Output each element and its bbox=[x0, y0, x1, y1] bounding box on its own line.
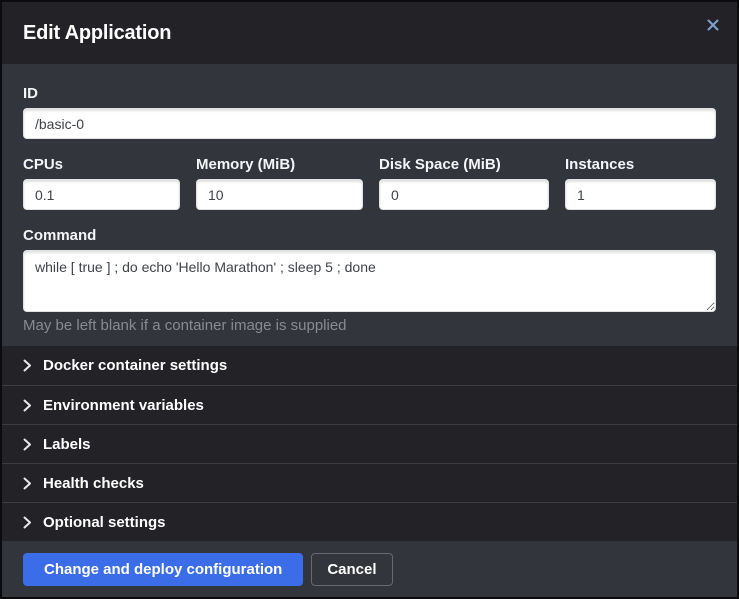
section-health-checks[interactable]: Health checks bbox=[2, 463, 737, 502]
section-label: Health checks bbox=[43, 475, 144, 492]
chevron-right-icon bbox=[23, 360, 32, 372]
section-labels[interactable]: Labels bbox=[2, 424, 737, 463]
section-label: Environment variables bbox=[43, 397, 204, 414]
cpus-label: CPUs bbox=[23, 156, 180, 173]
chevron-right-icon bbox=[23, 438, 32, 450]
section-environment-variables[interactable]: Environment variables bbox=[2, 385, 737, 424]
close-x-glyph bbox=[707, 19, 719, 31]
cpus-field-group: CPUs bbox=[23, 156, 180, 210]
modal-title: Edit Application bbox=[23, 22, 171, 45]
instances-label: Instances bbox=[565, 156, 716, 173]
memory-input[interactable] bbox=[196, 179, 363, 210]
cancel-button[interactable]: Cancel bbox=[311, 553, 392, 586]
memory-label: Memory (MiB) bbox=[196, 156, 363, 173]
disk-label: Disk Space (MiB) bbox=[379, 156, 549, 173]
chevron-right-icon bbox=[23, 399, 32, 411]
modal-header: Edit Application bbox=[2, 2, 737, 64]
modal-footer: Change and deploy configuration Cancel bbox=[2, 541, 737, 597]
section-label: Labels bbox=[43, 436, 91, 453]
change-and-deploy-button[interactable]: Change and deploy configuration bbox=[23, 553, 303, 586]
memory-field-group: Memory (MiB) bbox=[196, 156, 363, 210]
chevron-right-icon bbox=[23, 477, 32, 489]
close-icon[interactable] bbox=[703, 15, 723, 35]
section-label: Docker container settings bbox=[43, 357, 227, 374]
edit-application-modal: Edit Application ID CPUs Memory (MiB) Di… bbox=[0, 0, 739, 599]
id-label: ID bbox=[23, 85, 716, 102]
command-field-group: Command while [ true ] ; do echo 'Hello … bbox=[23, 227, 716, 334]
cpus-input[interactable] bbox=[23, 179, 180, 210]
instances-input[interactable] bbox=[565, 179, 716, 210]
resources-row: CPUs Memory (MiB) Disk Space (MiB) Insta… bbox=[23, 156, 716, 210]
section-docker-container-settings[interactable]: Docker container settings bbox=[2, 346, 737, 385]
instances-field-group: Instances bbox=[565, 156, 716, 210]
chevron-right-icon bbox=[23, 516, 32, 528]
id-field-group: ID bbox=[23, 85, 716, 139]
command-help-text: May be left blank if a container image i… bbox=[23, 317, 716, 334]
command-textarea[interactable]: while [ true ] ; do echo 'Hello Marathon… bbox=[23, 250, 716, 312]
collapsible-sections: Docker container settings Environment va… bbox=[2, 346, 737, 541]
id-input[interactable] bbox=[23, 108, 716, 139]
section-optional-settings[interactable]: Optional settings bbox=[2, 502, 737, 541]
section-label: Optional settings bbox=[43, 514, 166, 531]
disk-field-group: Disk Space (MiB) bbox=[379, 156, 549, 210]
command-label: Command bbox=[23, 227, 716, 244]
form-area: ID CPUs Memory (MiB) Disk Space (MiB) In… bbox=[2, 64, 737, 346]
disk-input[interactable] bbox=[379, 179, 549, 210]
